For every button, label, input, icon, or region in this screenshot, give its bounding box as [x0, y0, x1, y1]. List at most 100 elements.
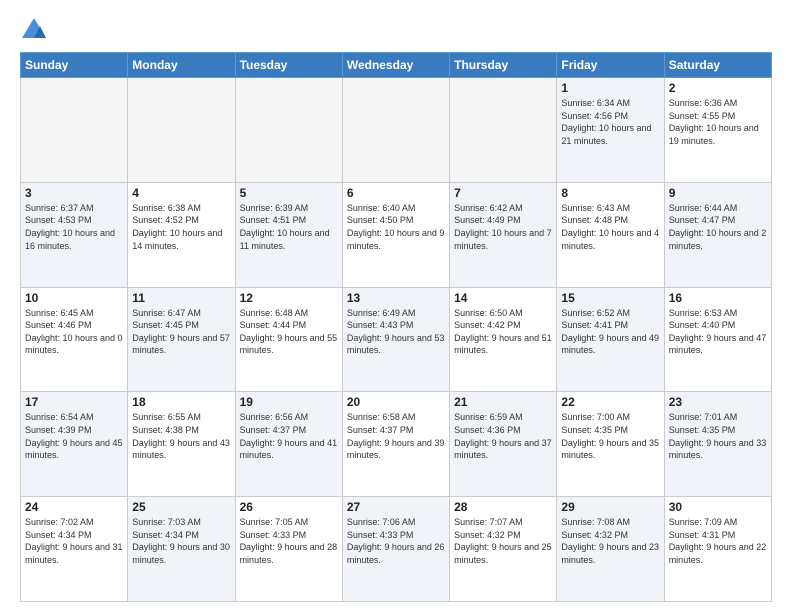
calendar-cell: 12Sunrise: 6:48 AM Sunset: 4:44 PM Dayli…	[235, 287, 342, 392]
day-number: 12	[240, 291, 338, 305]
day-number: 30	[669, 500, 767, 514]
calendar-cell: 20 Sunrise: 6:58 AM Sunset: 4:37 PM Dayli…	[342, 392, 449, 497]
day-number: 8	[561, 186, 659, 200]
calendar-cell: 15 Sunrise: 6:52 AM Sunset: 4:41 PM Dayli…	[557, 287, 664, 392]
day-number: 7	[454, 186, 552, 200]
calendar-header-thursday: Thursday	[450, 53, 557, 78]
calendar-cell: 23Sunrise: 7:01 AM Sunset: 4:35 PM Dayli…	[664, 392, 771, 497]
calendar-header-row: SundayMondayTuesdayWednesdayThursdayFrid…	[21, 53, 772, 78]
calendar-cell: 17 Sunrise: 6:54 AM Sunset: 4:39 PM Dayli…	[21, 392, 128, 497]
day-info: Sunrise: 6:44 AM Sunset: 4:47 PM Dayligh…	[669, 202, 767, 252]
day-number: 9	[669, 186, 767, 200]
calendar-cell	[450, 78, 557, 183]
day-number: 16	[669, 291, 767, 305]
calendar-cell: 8 Sunrise: 6:43 AM Sunset: 4:48 PM Daylig…	[557, 182, 664, 287]
calendar-cell: 11 Sunrise: 6:47 AM Sunset: 4:45 PM Dayli…	[128, 287, 235, 392]
day-number: 14	[454, 291, 552, 305]
day-info: Sunrise: 6:36 AM Sunset: 4:55 PM Dayligh…	[669, 97, 767, 147]
day-info: Sunrise: 7:00 AM Sunset: 4:35 PM Dayligh…	[561, 411, 659, 461]
logo-icon	[20, 16, 48, 44]
calendar-cell: 6 Sunrise: 6:40 AM Sunset: 4:50 PM Daylig…	[342, 182, 449, 287]
day-info: Sunrise: 7:08 AM Sunset: 4:32 PM Dayligh…	[561, 516, 659, 566]
calendar-cell: 21 Sunrise: 6:59 AM Sunset: 4:36 PM Dayli…	[450, 392, 557, 497]
header	[20, 16, 772, 44]
calendar-cell: 13Sunrise: 6:49 AM Sunset: 4:43 PM Dayli…	[342, 287, 449, 392]
day-info: Sunrise: 6:42 AM Sunset: 4:49 PM Dayligh…	[454, 202, 552, 252]
page: SundayMondayTuesdayWednesdayThursdayFrid…	[0, 0, 792, 612]
day-info: Sunrise: 6:53 AM Sunset: 4:40 PM Dayligh…	[669, 307, 767, 357]
calendar-cell: 29Sunrise: 7:08 AM Sunset: 4:32 PM Dayli…	[557, 497, 664, 602]
day-number: 23	[669, 395, 767, 409]
day-number: 22	[561, 395, 659, 409]
day-info: Sunrise: 6:39 AM Sunset: 4:51 PM Dayligh…	[240, 202, 338, 252]
day-number: 4	[132, 186, 230, 200]
day-info: Sunrise: 6:59 AM Sunset: 4:36 PM Dayligh…	[454, 411, 552, 461]
calendar-week-3: 17 Sunrise: 6:54 AM Sunset: 4:39 PM Dayli…	[21, 392, 772, 497]
day-number: 10	[25, 291, 123, 305]
day-number: 5	[240, 186, 338, 200]
calendar-cell	[128, 78, 235, 183]
day-info: Sunrise: 6:55 AM Sunset: 4:38 PM Dayligh…	[132, 411, 230, 461]
calendar-cell	[21, 78, 128, 183]
day-info: Sunrise: 6:37 AM Sunset: 4:53 PM Dayligh…	[25, 202, 123, 252]
day-info: Sunrise: 6:54 AM Sunset: 4:39 PM Dayligh…	[25, 411, 123, 461]
day-info: Sunrise: 7:07 AM Sunset: 4:32 PM Dayligh…	[454, 516, 552, 566]
calendar-cell	[342, 78, 449, 183]
day-number: 6	[347, 186, 445, 200]
calendar-week-4: 24 Sunrise: 7:02 AM Sunset: 4:34 PM Dayli…	[21, 497, 772, 602]
day-number: 28	[454, 500, 552, 514]
day-info: Sunrise: 6:34 AM Sunset: 4:56 PM Dayligh…	[561, 97, 659, 147]
day-number: 18	[132, 395, 230, 409]
calendar-cell: 7 Sunrise: 6:42 AM Sunset: 4:49 PM Daylig…	[450, 182, 557, 287]
day-info: Sunrise: 6:47 AM Sunset: 4:45 PM Dayligh…	[132, 307, 230, 357]
day-number: 15	[561, 291, 659, 305]
day-number: 2	[669, 81, 767, 95]
calendar-cell: 2 Sunrise: 6:36 AM Sunset: 4:55 PM Daylig…	[664, 78, 771, 183]
calendar-week-2: 10 Sunrise: 6:45 AM Sunset: 4:46 PM Dayli…	[21, 287, 772, 392]
day-info: Sunrise: 7:02 AM Sunset: 4:34 PM Dayligh…	[25, 516, 123, 566]
day-info: Sunrise: 6:52 AM Sunset: 4:41 PM Dayligh…	[561, 307, 659, 357]
day-number: 27	[347, 500, 445, 514]
day-number: 11	[132, 291, 230, 305]
day-number: 20	[347, 395, 445, 409]
calendar-cell: 16 Sunrise: 6:53 AM Sunset: 4:40 PM Dayli…	[664, 287, 771, 392]
day-info: Sunrise: 7:09 AM Sunset: 4:31 PM Dayligh…	[669, 516, 767, 566]
calendar-cell: 10 Sunrise: 6:45 AM Sunset: 4:46 PM Dayli…	[21, 287, 128, 392]
calendar-cell: 26Sunrise: 7:05 AM Sunset: 4:33 PM Dayli…	[235, 497, 342, 602]
day-info: Sunrise: 6:58 AM Sunset: 4:37 PM Dayligh…	[347, 411, 445, 461]
calendar-cell: 3 Sunrise: 6:37 AM Sunset: 4:53 PM Daylig…	[21, 182, 128, 287]
day-number: 17	[25, 395, 123, 409]
calendar-cell: 27 Sunrise: 7:06 AM Sunset: 4:33 PM Dayli…	[342, 497, 449, 602]
calendar-cell: 30 Sunrise: 7:09 AM Sunset: 4:31 PM Dayli…	[664, 497, 771, 602]
calendar-header-friday: Friday	[557, 53, 664, 78]
day-info: Sunrise: 6:50 AM Sunset: 4:42 PM Dayligh…	[454, 307, 552, 357]
day-number: 21	[454, 395, 552, 409]
calendar: SundayMondayTuesdayWednesdayThursdayFrid…	[20, 52, 772, 602]
day-number: 3	[25, 186, 123, 200]
calendar-cell: 25Sunrise: 7:03 AM Sunset: 4:34 PM Dayli…	[128, 497, 235, 602]
calendar-week-0: 1 Sunrise: 6:34 AM Sunset: 4:56 PM Daylig…	[21, 78, 772, 183]
calendar-header-wednesday: Wednesday	[342, 53, 449, 78]
calendar-cell: 24 Sunrise: 7:02 AM Sunset: 4:34 PM Dayli…	[21, 497, 128, 602]
calendar-cell: 19Sunrise: 6:56 AM Sunset: 4:37 PM Dayli…	[235, 392, 342, 497]
day-info: Sunrise: 7:06 AM Sunset: 4:33 PM Dayligh…	[347, 516, 445, 566]
day-info: Sunrise: 6:56 AM Sunset: 4:37 PM Dayligh…	[240, 411, 338, 461]
calendar-cell: 14 Sunrise: 6:50 AM Sunset: 4:42 PM Dayli…	[450, 287, 557, 392]
calendar-cell: 1 Sunrise: 6:34 AM Sunset: 4:56 PM Daylig…	[557, 78, 664, 183]
calendar-week-1: 3 Sunrise: 6:37 AM Sunset: 4:53 PM Daylig…	[21, 182, 772, 287]
calendar-header-monday: Monday	[128, 53, 235, 78]
day-info: Sunrise: 6:38 AM Sunset: 4:52 PM Dayligh…	[132, 202, 230, 252]
calendar-cell: 18 Sunrise: 6:55 AM Sunset: 4:38 PM Dayli…	[128, 392, 235, 497]
day-number: 1	[561, 81, 659, 95]
calendar-cell: 28 Sunrise: 7:07 AM Sunset: 4:32 PM Dayli…	[450, 497, 557, 602]
day-info: Sunrise: 6:40 AM Sunset: 4:50 PM Dayligh…	[347, 202, 445, 252]
calendar-cell: 5 Sunrise: 6:39 AM Sunset: 4:51 PM Daylig…	[235, 182, 342, 287]
calendar-header-sunday: Sunday	[21, 53, 128, 78]
calendar-header-saturday: Saturday	[664, 53, 771, 78]
calendar-header-tuesday: Tuesday	[235, 53, 342, 78]
day-info: Sunrise: 6:43 AM Sunset: 4:48 PM Dayligh…	[561, 202, 659, 252]
day-number: 13	[347, 291, 445, 305]
day-info: Sunrise: 6:45 AM Sunset: 4:46 PM Dayligh…	[25, 307, 123, 357]
day-number: 24	[25, 500, 123, 514]
calendar-cell	[235, 78, 342, 183]
